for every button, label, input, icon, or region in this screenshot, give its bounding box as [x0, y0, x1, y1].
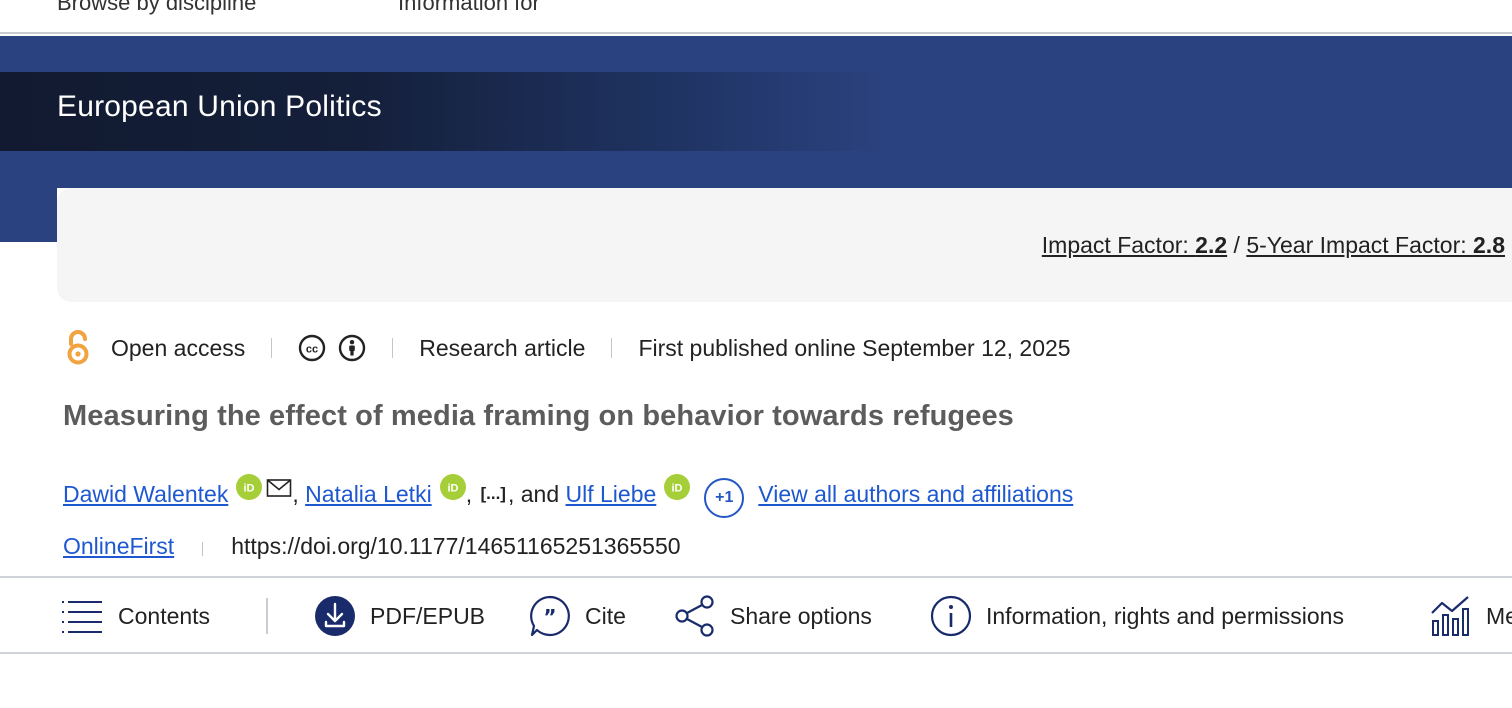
share-icon: [675, 595, 714, 637]
cite-label: Cite: [585, 602, 626, 629]
author-link[interactable]: Dawid Walentek: [63, 481, 228, 508]
contents-button[interactable]: Contents: [62, 578, 210, 654]
more-authors-badge[interactable]: +1: [704, 478, 745, 518]
journal-title[interactable]: European Union Politics: [57, 90, 382, 124]
share-options-label: Share options: [730, 602, 872, 629]
impact-factor-card: Impact Factor: 2.2 / 5-Year Impact Facto…: [57, 188, 1512, 302]
creative-commons-icon[interactable]: cc: [298, 334, 326, 362]
five-year-impact-factor-value: 2.8: [1473, 232, 1505, 258]
published-date: First published online September 12, 202…: [638, 334, 1071, 361]
meta-divider: [611, 338, 613, 358]
svg-text:”: ”: [543, 605, 556, 629]
pdf-epub-button[interactable]: PDF/EPUB: [314, 578, 485, 654]
author-list: Dawid Walentek iD , Natalia Letki iD , […: [63, 474, 1073, 518]
article-title: Measuring the effect of media framing on…: [63, 400, 1014, 432]
nav-information-for[interactable]: Information for: [398, 0, 540, 16]
doi-text: https://doi.org/10.1177/1465116525136555…: [231, 532, 681, 559]
attribution-icon[interactable]: [338, 334, 366, 362]
view-all-authors-link[interactable]: View all authors and affiliations: [758, 481, 1073, 508]
svg-text:cc: cc: [306, 344, 318, 356]
information-rights-button[interactable]: Information, rights and permissions: [930, 578, 1344, 654]
author-and: , and: [507, 480, 566, 507]
orcid-icon[interactable]: iD: [236, 474, 263, 500]
quote-icon: ”: [530, 595, 570, 637]
impact-factor-line: Impact Factor: 2.2 / 5-Year Impact Facto…: [1042, 232, 1505, 259]
svg-text:iD: iD: [672, 483, 683, 495]
impact-factor-value: 2.2: [1195, 232, 1228, 258]
mail-icon[interactable]: [266, 478, 292, 498]
author-comma: ,: [292, 480, 306, 507]
banner-extension: [0, 188, 57, 242]
metrics-label: Me: [1486, 602, 1512, 629]
orcid-icon[interactable]: iD: [664, 474, 691, 500]
top-navigation: Browse by discipline Information for: [0, 0, 1512, 34]
meta-divider: [271, 338, 273, 358]
impact-factor-link[interactable]: Impact Factor: 2.2: [1042, 232, 1227, 258]
impact-factor-label: Impact Factor:: [1041, 232, 1196, 258]
information-rights-label: Information, rights and permissions: [986, 602, 1344, 629]
doi-row: OnlineFirst https://doi.org/10.1177/1465…: [63, 530, 681, 562]
metrics-button[interactable]: Me: [1430, 578, 1512, 654]
pdf-epub-label: PDF/EPUB: [370, 602, 486, 629]
svg-text:iD: iD: [244, 483, 255, 495]
article-toolbar: Contents PDF/EPUB ” Cite Share options I…: [0, 576, 1512, 654]
svg-text:iD: iD: [447, 483, 458, 495]
cite-button[interactable]: ” Cite: [529, 578, 626, 654]
bar-chart-icon: [1431, 596, 1469, 636]
share-options-button[interactable]: Share options: [674, 578, 872, 654]
article-meta-row: Open access cc Research article First pu…: [63, 330, 1071, 366]
meta-divider: [392, 338, 394, 358]
impact-separator: /: [1227, 232, 1247, 258]
info-icon: [930, 595, 972, 637]
open-access-icon: [67, 330, 89, 365]
author-comma: ,: [465, 480, 479, 507]
menu-lines-icon: [62, 601, 102, 633]
author-link[interactable]: Natalia Letki: [305, 481, 432, 508]
contents-label: Contents: [118, 602, 211, 629]
nav-browse-by-discipline[interactable]: Browse by discipline: [57, 0, 256, 16]
download-icon: [315, 596, 355, 636]
orcid-icon[interactable]: iD: [439, 474, 466, 500]
author-link[interactable]: Ulf Liebe: [566, 481, 657, 508]
open-access-label: Open access: [111, 334, 246, 361]
article-type: Research article: [419, 334, 586, 361]
doi-divider: [202, 542, 204, 556]
online-first-link[interactable]: OnlineFirst: [63, 533, 174, 560]
five-year-impact-factor-link[interactable]: 5-Year Impact Factor: 2.8: [1246, 232, 1505, 258]
five-year-impact-factor-label: 5-Year Impact Factor:: [1246, 232, 1474, 258]
author-ellipsis[interactable]: [...]: [480, 484, 506, 504]
toolbar-divider: [266, 598, 268, 634]
